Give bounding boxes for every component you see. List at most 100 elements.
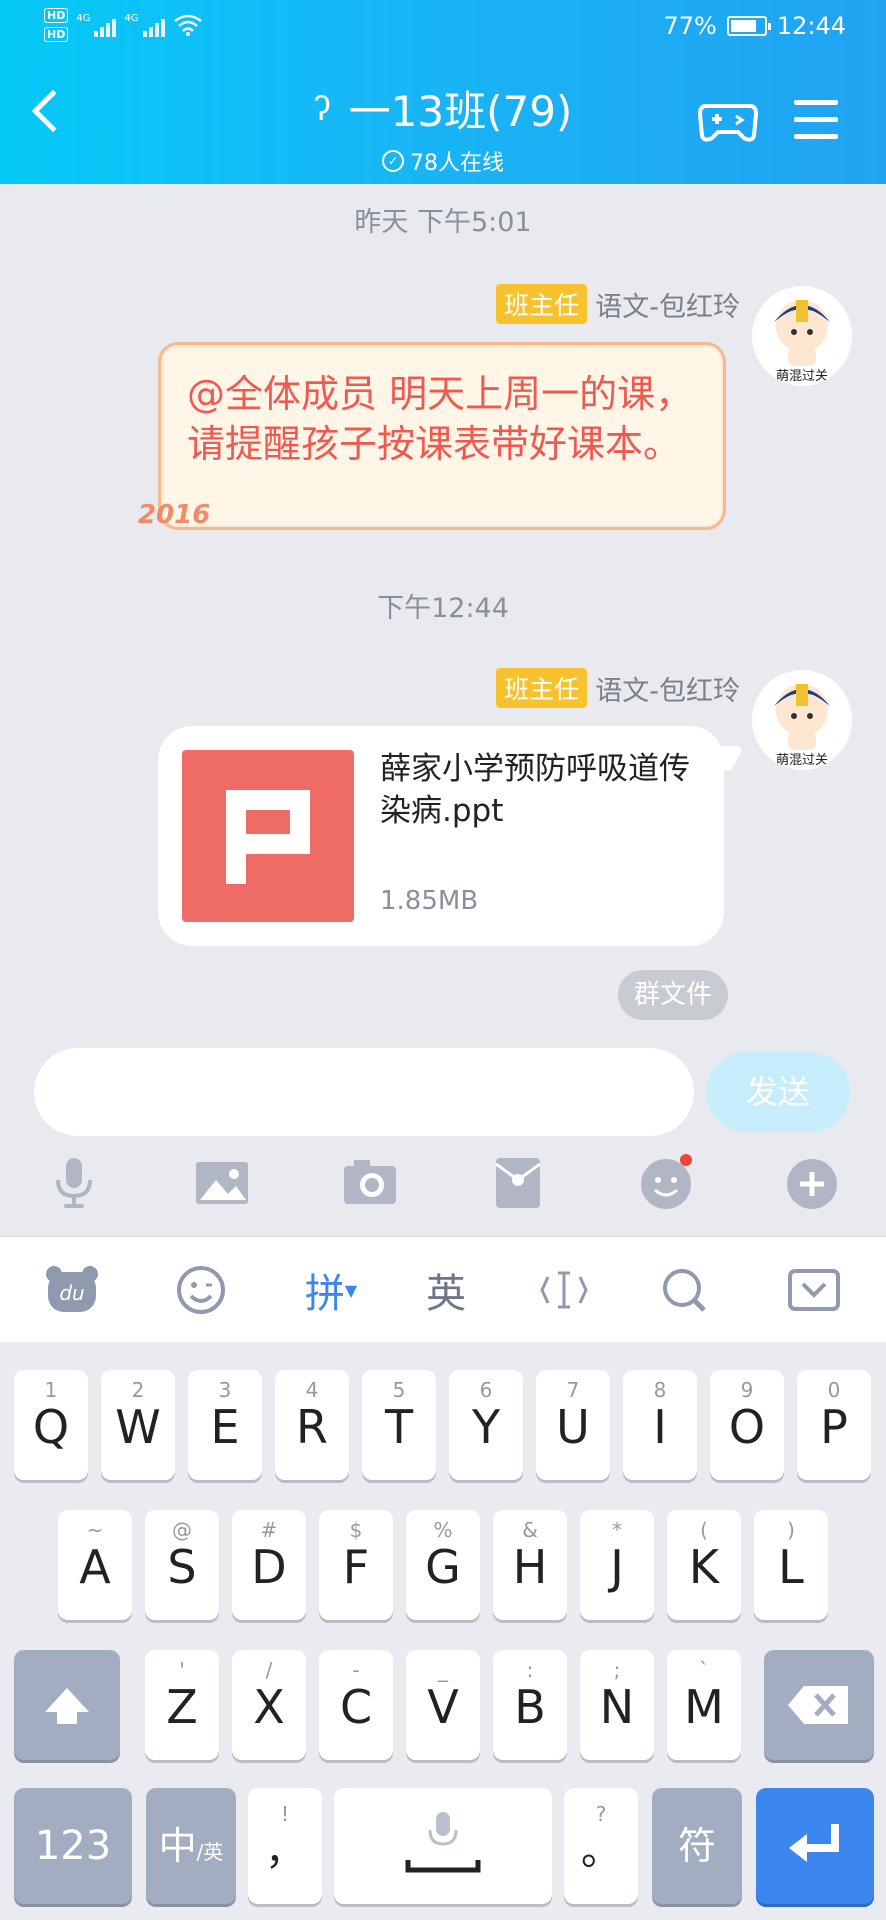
key-c[interactable]: -C (319, 1650, 393, 1760)
message-bubble[interactable]: @全体成员 明天上周一的课，请提醒孩子按课表带好课本。 (158, 342, 726, 530)
search-icon[interactable] (654, 1259, 714, 1321)
key-o[interactable]: 9O (710, 1370, 784, 1480)
key-l[interactable]: ) L (754, 1510, 828, 1620)
key-t[interactable]: 5T (362, 1370, 436, 1480)
cursor-icon[interactable] (534, 1259, 594, 1321)
key-h[interactable]: & H (493, 1510, 567, 1620)
image-icon[interactable] (192, 1152, 252, 1212)
status-bar: HD HD 4G 4G 77% 12:44 (0, 0, 886, 60)
key-i[interactable]: 8I (623, 1370, 697, 1480)
key-hint: - (352, 1658, 360, 1682)
key-label: B (514, 1680, 546, 1734)
enter-key[interactable] (756, 1788, 874, 1904)
sender-line: 班主任 语文-包红玲 (496, 668, 740, 708)
key-label: I (653, 1400, 667, 1454)
key-hint: 1 (44, 1378, 58, 1402)
clock: 12:44 (776, 12, 846, 40)
key-label: W (115, 1400, 161, 1454)
key-label: R (296, 1400, 328, 1454)
message-input[interactable] (34, 1048, 694, 1136)
gamepad-icon[interactable] (698, 100, 758, 144)
space-key[interactable] (334, 1788, 552, 1904)
key-hint: 3 (218, 1378, 232, 1402)
role-badge: 班主任 (496, 668, 588, 708)
shift-key[interactable] (14, 1650, 120, 1760)
baidu-logo-icon[interactable]: du (40, 1259, 104, 1321)
online-check-icon: ✓ (382, 150, 404, 172)
key-b[interactable]: :B (493, 1650, 567, 1760)
key-u[interactable]: 7U (536, 1370, 610, 1480)
key-e[interactable]: 3E (188, 1370, 262, 1480)
battery-icon (726, 16, 771, 36)
hide-keyboard-icon[interactable] (784, 1259, 844, 1321)
key-d[interactable]: # D (232, 1510, 306, 1620)
key-hint: $ (349, 1518, 363, 1542)
key-label: N (599, 1680, 635, 1734)
red-packet-icon[interactable] (488, 1152, 548, 1212)
symbol-key[interactable]: 符 (652, 1788, 742, 1904)
online-count: 78人在线 (410, 151, 504, 176)
key-z[interactable]: ' Z (145, 1650, 219, 1760)
battery-level: 77% (663, 12, 717, 40)
emoji-icon[interactable] (636, 1152, 696, 1212)
key-hint: 2 (131, 1378, 145, 1402)
key-a[interactable]: ~ A (58, 1510, 132, 1620)
key-hint: : (526, 1658, 534, 1682)
key-label: S (167, 1540, 197, 1594)
avatar[interactable]: 萌混过关 (752, 670, 852, 770)
key-f[interactable]: $ F (319, 1510, 393, 1620)
send-button[interactable]: 发送 (706, 1052, 850, 1132)
key-y[interactable]: 6Y (449, 1370, 523, 1480)
ear-icon[interactable]: ʔ (314, 89, 331, 129)
avatar[interactable]: 萌混过关 (752, 286, 852, 386)
key-hint: 8 (653, 1378, 667, 1402)
plus-icon[interactable] (782, 1152, 842, 1212)
role-badge: 班主任 (496, 284, 588, 324)
pinyin-mode[interactable]: 拼 ▼ (296, 1259, 366, 1321)
signal-icon: 4G (124, 13, 165, 37)
key-r[interactable]: 4R (275, 1370, 349, 1480)
backspace-key[interactable] (764, 1650, 874, 1760)
file-message-bubble[interactable]: 薛家小学预防呼吸道传染病.ppt 1.85MB (158, 726, 724, 946)
key-hint: ` (699, 1658, 709, 1682)
key-label: J (610, 1540, 624, 1594)
key-k[interactable]: (K (667, 1510, 741, 1620)
key-s[interactable]: @ S (145, 1510, 219, 1620)
key-label: Z (166, 1680, 198, 1734)
sender-name: 语文-包红玲 (595, 675, 740, 707)
menu-icon[interactable] (794, 100, 838, 140)
key-label: U (556, 1400, 590, 1454)
input-toolbar (0, 1152, 886, 1228)
keyboard-top-bar: du 拼 ▼ 英 (0, 1236, 886, 1342)
key-comma[interactable]: !， (248, 1788, 322, 1904)
key-label: V (427, 1680, 459, 1734)
key-period[interactable]: ?。 (564, 1788, 638, 1904)
key-v[interactable]: _ V (406, 1650, 480, 1760)
chat-header: HD HD 4G 4G 77% 12:44 ʔ 一13班(79) ✓ 78人在线 (0, 0, 886, 184)
key-hint: ~ (86, 1518, 104, 1542)
key-label: O (728, 1400, 766, 1454)
number-mode-key[interactable]: 123 (14, 1788, 132, 1904)
microphone-icon[interactable] (44, 1152, 104, 1212)
key-x[interactable]: / X (232, 1650, 306, 1760)
key-hint: ( (700, 1518, 708, 1542)
key-label: P (820, 1400, 848, 1454)
wifi-icon (173, 14, 202, 36)
key-g[interactable]: % G (406, 1510, 480, 1620)
camera-icon[interactable] (340, 1152, 400, 1212)
key-label: T (384, 1400, 414, 1454)
file-size: 1.85MB (380, 886, 479, 916)
key-w[interactable]: 2W (101, 1370, 175, 1480)
message-timestamp: 下午12:44 (377, 593, 509, 624)
language-switch-key[interactable]: 中/英 (146, 1788, 236, 1904)
key-n[interactable]: ; N (580, 1650, 654, 1760)
key-q[interactable]: 1Q (14, 1370, 88, 1480)
key-m[interactable]: ` M (667, 1650, 741, 1760)
group-file-tag[interactable]: 群文件 (618, 970, 728, 1020)
key-label: D (251, 1540, 287, 1594)
english-mode[interactable]: 英 (418, 1259, 474, 1321)
key-p[interactable]: 0P (797, 1370, 871, 1480)
key-j[interactable]: * J (580, 1510, 654, 1620)
bubble-decoration: 2016 (138, 500, 211, 530)
emoji-keyboard-icon[interactable] (170, 1259, 232, 1321)
